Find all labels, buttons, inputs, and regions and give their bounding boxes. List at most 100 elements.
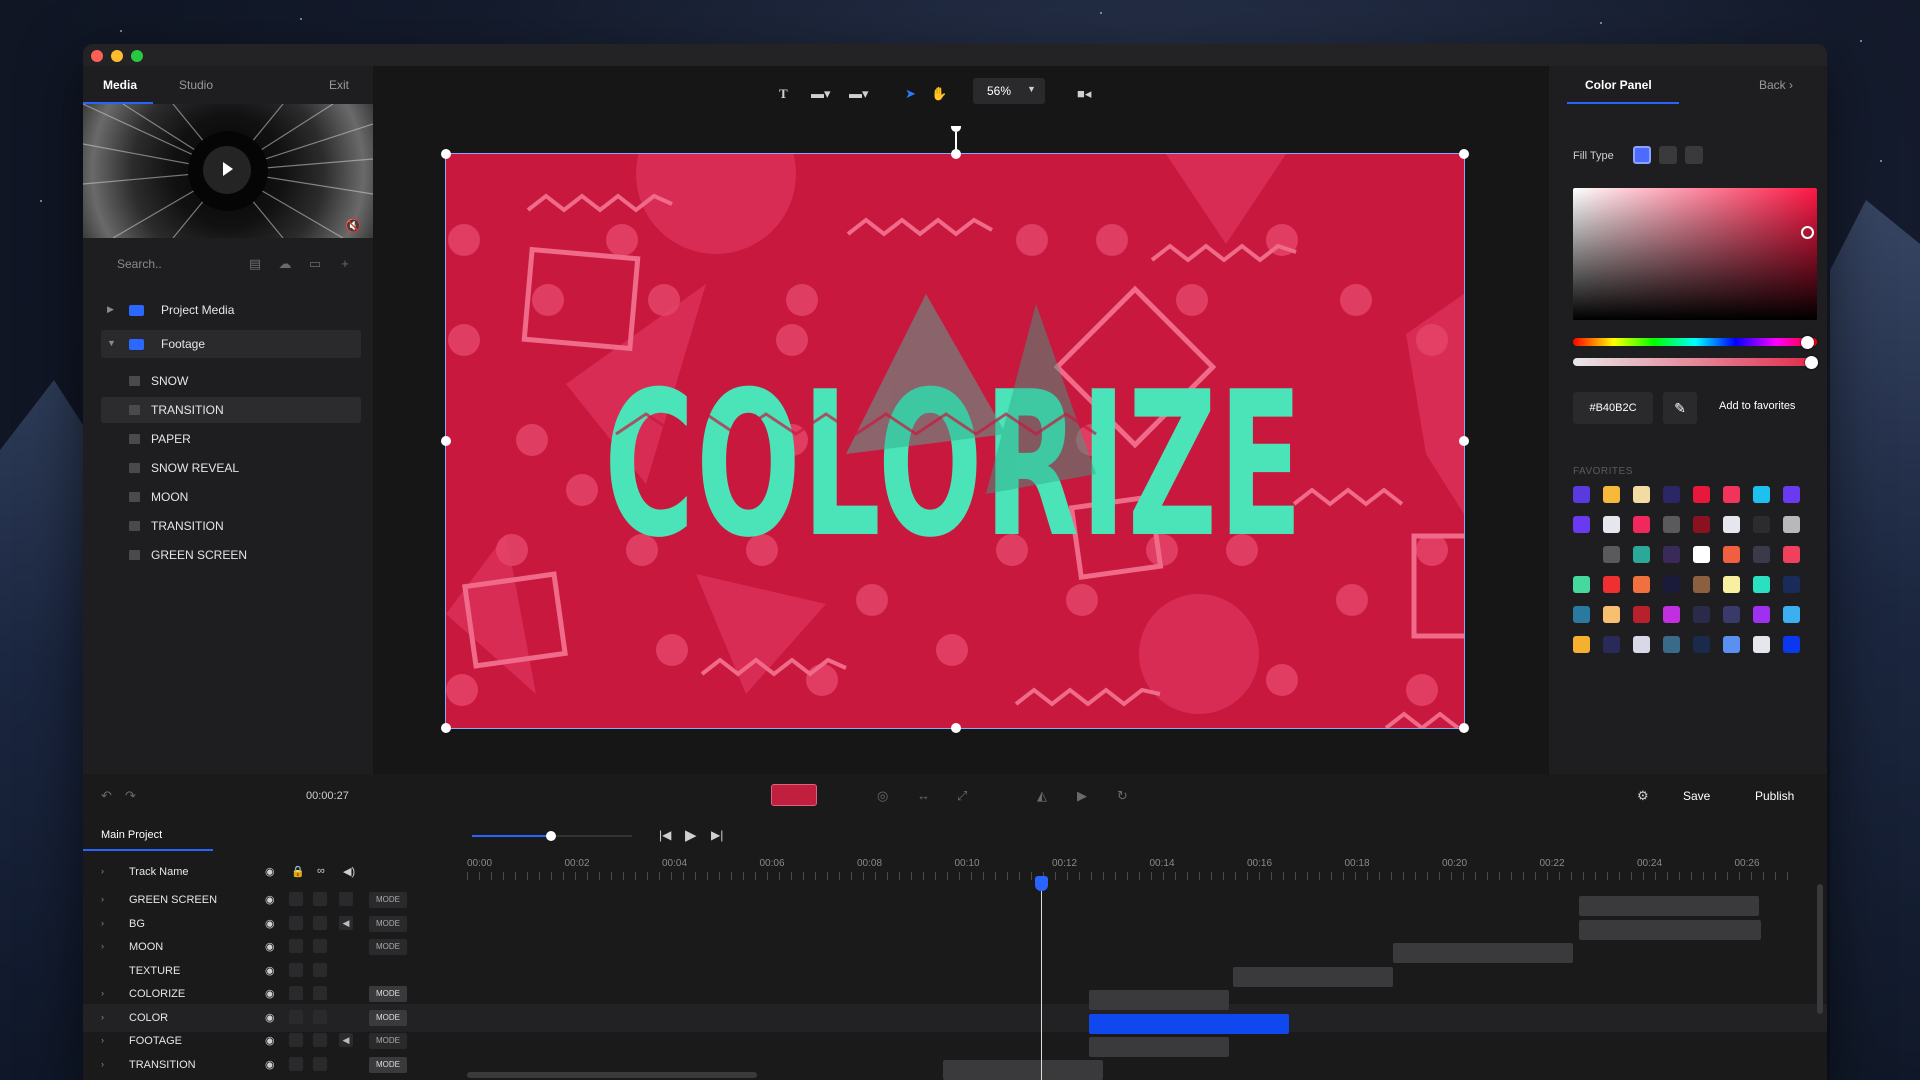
favorite-color-swatch[interactable] <box>1783 546 1800 563</box>
rectangle-icon[interactable]: ▬▾ <box>811 86 831 102</box>
favorite-color-swatch[interactable] <box>1633 636 1650 653</box>
lock-toggle[interactable] <box>289 892 303 906</box>
resize-handle[interactable] <box>1459 436 1469 446</box>
chevron-right-icon[interactable]: › <box>101 988 104 998</box>
minimize-window-button[interactable] <box>111 50 123 62</box>
playhead-handle[interactable] <box>1035 876 1048 891</box>
eye-icon[interactable]: ◉ <box>265 940 275 953</box>
link-toggle[interactable] <box>313 915 327 930</box>
link-toggle[interactable] <box>313 939 327 953</box>
chevron-right-icon[interactable]: › <box>101 894 104 904</box>
volume-icon[interactable]: ◀) <box>343 865 355 878</box>
clip-texture[interactable] <box>1233 967 1393 987</box>
horizontal-scrollbar[interactable] <box>467 1072 757 1078</box>
blend-mode-button[interactable]: MODE <box>369 1009 407 1026</box>
gear-icon[interactable]: ⚙ <box>1637 788 1649 804</box>
chevron-right-icon[interactable]: › <box>101 941 104 951</box>
favorite-color-swatch[interactable] <box>1573 576 1590 593</box>
clip-color[interactable] <box>1089 1014 1289 1034</box>
text-icon[interactable]: T <box>779 86 788 102</box>
favorite-color-swatch[interactable] <box>1633 576 1650 593</box>
lock-toggle[interactable] <box>289 986 303 1000</box>
rotate-icon[interactable]: ↻ <box>1117 788 1128 804</box>
favorite-color-swatch[interactable] <box>1633 516 1650 533</box>
skip-forward-icon[interactable]: ▶| <box>711 828 723 842</box>
favorite-color-swatch[interactable] <box>1603 576 1620 593</box>
eye-icon[interactable]: ◉ <box>265 865 275 878</box>
chevron-right-icon[interactable]: › <box>101 866 104 876</box>
clip-bg[interactable] <box>1579 920 1761 940</box>
favorite-color-swatch[interactable] <box>1693 576 1710 593</box>
favorite-color-swatch[interactable] <box>1693 516 1710 533</box>
volume-icon[interactable] <box>339 892 353 906</box>
hand-icon[interactable]: ✋ <box>931 86 947 102</box>
link-toggle[interactable] <box>313 962 327 977</box>
zoom-window-button[interactable] <box>131 50 143 62</box>
eye-icon[interactable]: ◉ <box>265 987 275 1000</box>
tab-media[interactable]: Media <box>103 78 137 92</box>
link-toggle[interactable] <box>313 1033 327 1047</box>
resize-handle[interactable] <box>951 149 961 159</box>
favorite-color-swatch[interactable] <box>1693 486 1710 503</box>
favorite-color-swatch[interactable] <box>1753 636 1770 653</box>
eye-icon[interactable]: ◉ <box>265 1058 275 1071</box>
favorite-color-swatch[interactable] <box>1603 516 1620 533</box>
close-window-button[interactable] <box>91 50 103 62</box>
tab-exit[interactable]: Exit <box>329 78 349 92</box>
favorite-color-swatch[interactable] <box>1723 606 1740 623</box>
volume-icon[interactable]: ◀ <box>339 915 353 930</box>
eye-icon[interactable]: ◉ <box>265 1011 275 1024</box>
link-toggle[interactable] <box>313 1056 327 1071</box>
link-toggle[interactable] <box>313 986 327 1000</box>
favorite-color-swatch[interactable] <box>1633 486 1650 503</box>
clip-moon[interactable] <box>1393 943 1573 963</box>
hue-slider-knob[interactable] <box>1801 336 1814 349</box>
chevron-right-icon[interactable]: › <box>101 918 104 928</box>
image-icon[interactable]: ▬▾ <box>849 86 869 102</box>
lock-toggle[interactable] <box>289 1056 303 1071</box>
resize-handle[interactable] <box>441 723 451 733</box>
eye-icon[interactable]: ◉ <box>265 893 275 906</box>
camera-icon[interactable]: ■◂ <box>1077 86 1091 102</box>
resize-handle[interactable] <box>1459 149 1469 159</box>
favorite-color-swatch[interactable] <box>1603 486 1620 503</box>
favorite-color-swatch[interactable] <box>1753 516 1770 533</box>
eye-icon[interactable]: ◉ <box>265 1034 275 1047</box>
pointer-icon[interactable]: ➤ <box>905 86 916 102</box>
favorite-color-swatch[interactable] <box>1693 546 1710 563</box>
blend-mode-button[interactable]: MODE <box>369 1033 407 1049</box>
favorite-color-swatch[interactable] <box>1723 516 1740 533</box>
blend-mode-button[interactable]: MODE <box>369 892 407 908</box>
favorite-color-swatch[interactable] <box>1633 546 1650 563</box>
favorite-color-swatch[interactable] <box>1693 606 1710 623</box>
play-forward-icon[interactable]: ▶ <box>1077 788 1087 804</box>
search-input[interactable] <box>117 252 237 276</box>
opacity-slider[interactable] <box>1573 358 1817 366</box>
mirror-icon[interactable]: ◭ <box>1037 788 1047 804</box>
tree-item-project-media[interactable]: ▶ Project Media <box>101 296 361 324</box>
saturation-value-picker[interactable] <box>1573 188 1817 320</box>
favorite-color-swatch[interactable] <box>1753 546 1770 563</box>
timeline-ruler[interactable]: 00:00 00:02 00:04 00:06 00:08 00:10 00:12 00:14… <box>467 858 1797 886</box>
favorite-color-swatch[interactable] <box>1633 606 1650 623</box>
zoom-select[interactable]: 56% ▼ <box>973 78 1045 104</box>
opacity-slider-knob[interactable] <box>1805 356 1818 369</box>
file-item[interactable]: TRANSITION <box>101 397 361 423</box>
favorite-color-swatch[interactable] <box>1723 636 1740 653</box>
eye-icon[interactable]: ◉ <box>265 917 275 930</box>
blend-mode-button[interactable]: MODE <box>369 915 407 932</box>
clip-green-screen[interactable] <box>1579 896 1759 916</box>
add-to-favorites-button[interactable]: Add to favorites <box>1719 400 1795 412</box>
favorite-color-swatch[interactable] <box>1753 606 1770 623</box>
lock-toggle[interactable] <box>289 1009 303 1024</box>
chevron-right-icon[interactable]: › <box>101 1012 104 1022</box>
publish-button[interactable]: Publish <box>1755 789 1794 803</box>
blend-mode-button[interactable]: MODE <box>369 1056 407 1073</box>
volume-icon[interactable]: ◀ <box>339 1033 353 1047</box>
link-toggle[interactable] <box>313 1009 327 1024</box>
cloud-icon[interactable]: ☁ <box>277 256 293 272</box>
favorite-color-swatch[interactable] <box>1723 576 1740 593</box>
add-icon[interactable]: + <box>337 256 353 272</box>
lock-toggle[interactable] <box>289 915 303 930</box>
volume-mute-icon[interactable]: 🔇 <box>345 218 361 234</box>
